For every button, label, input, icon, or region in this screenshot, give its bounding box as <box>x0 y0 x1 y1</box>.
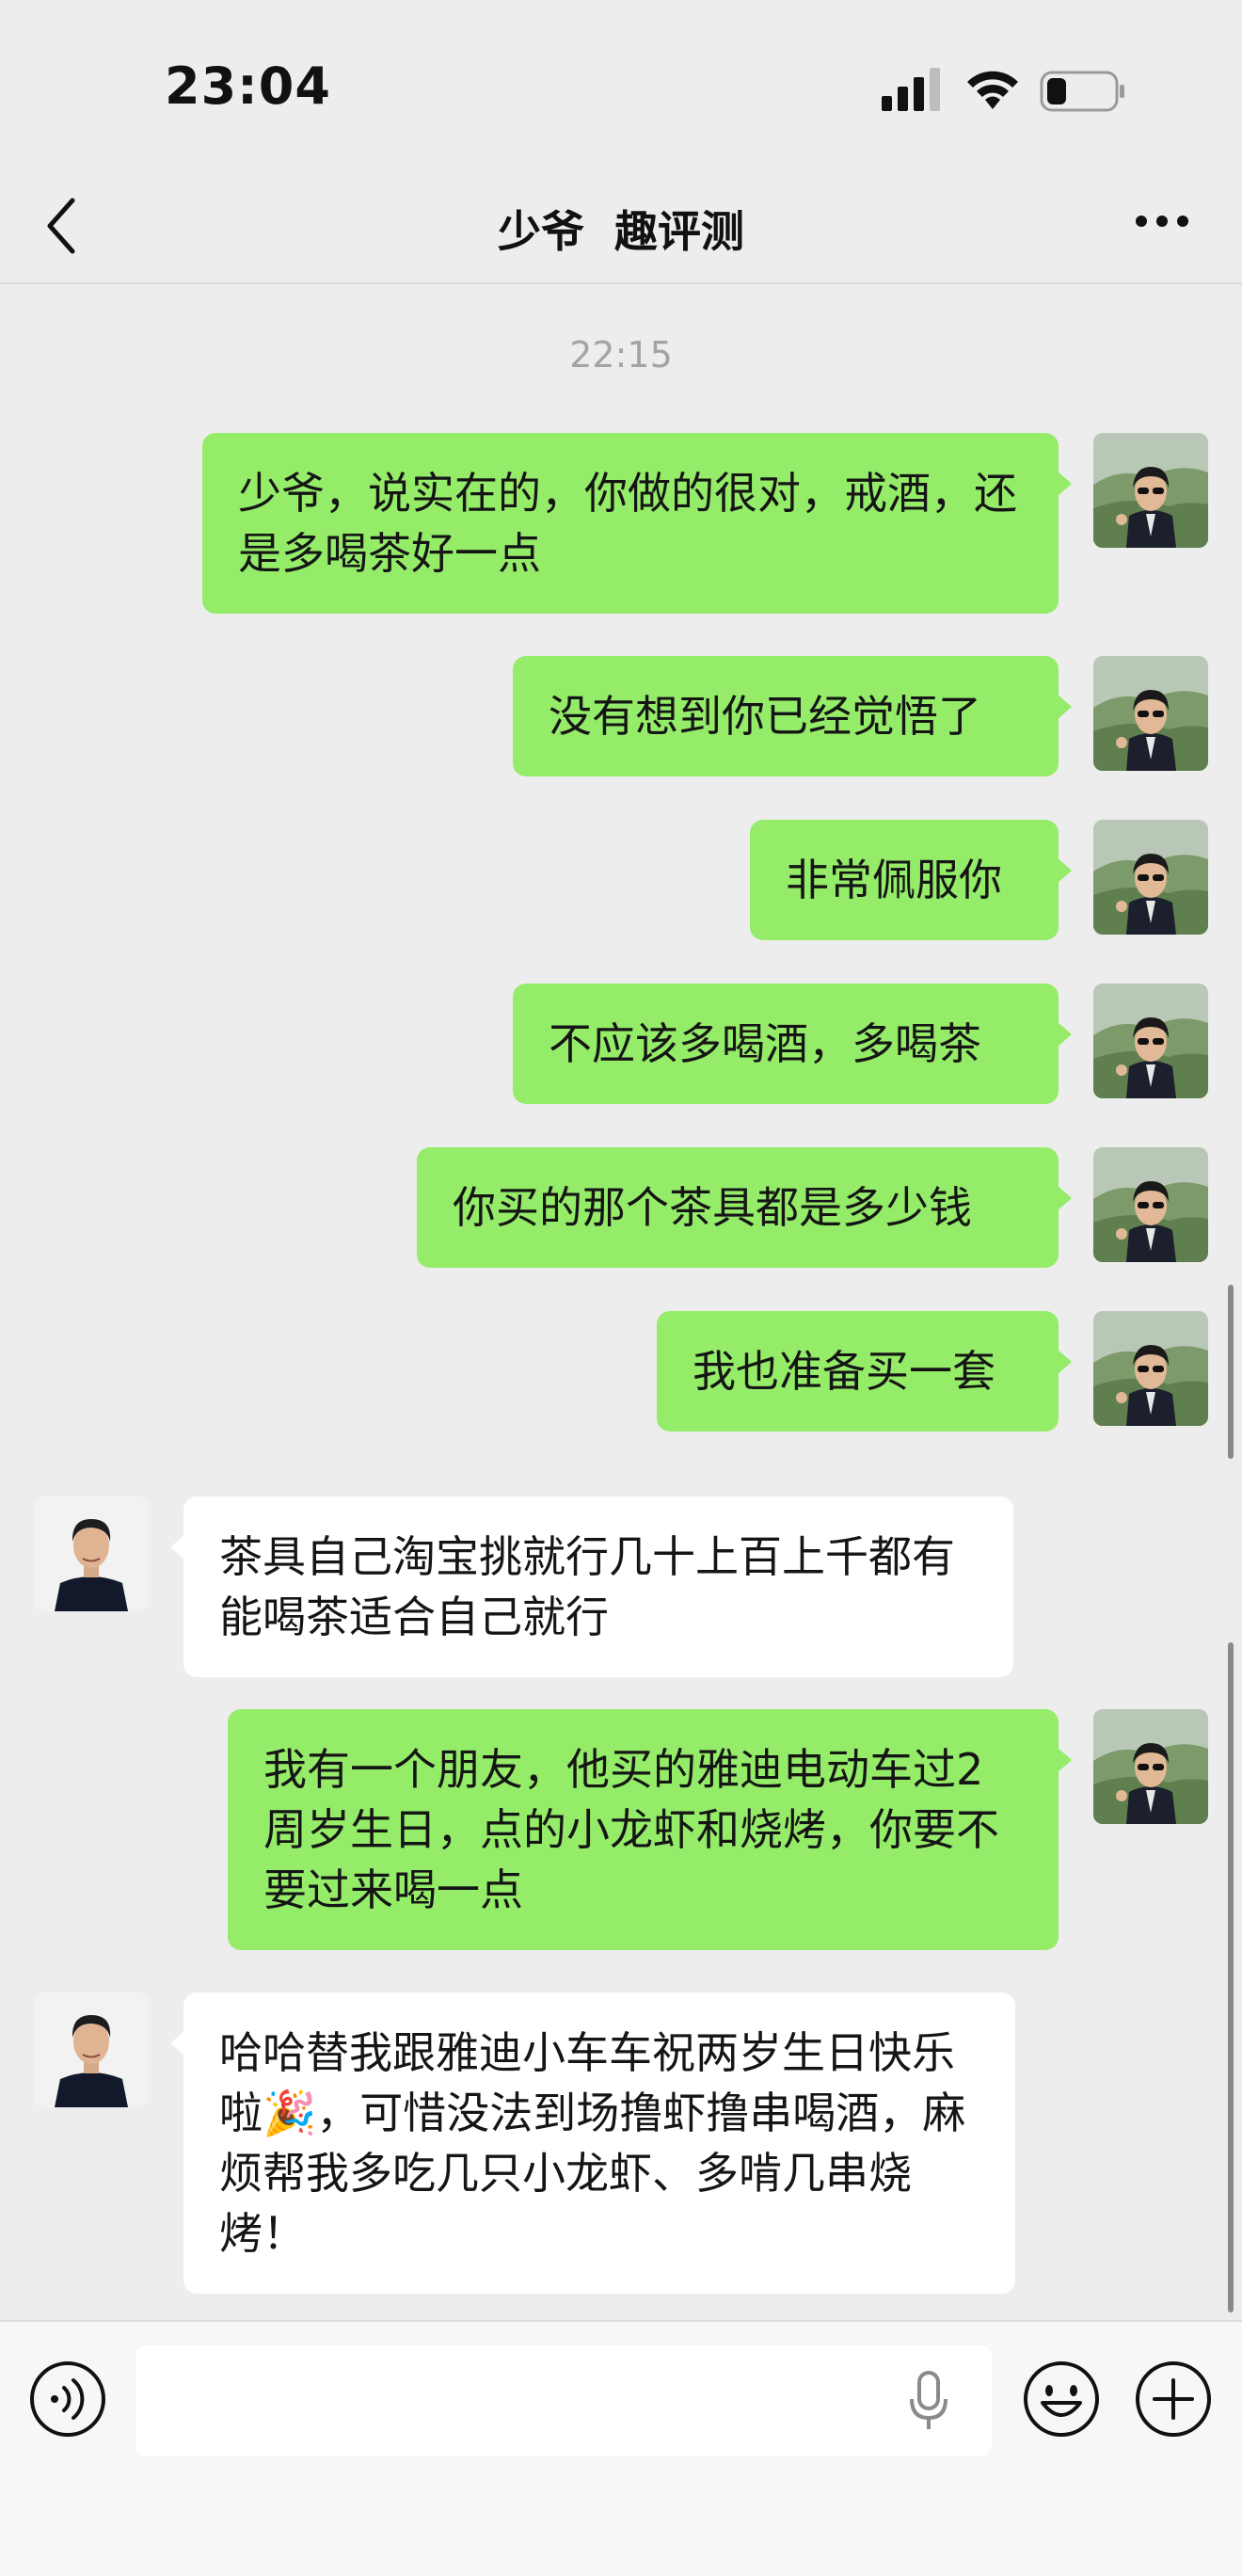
sent-message-bubble[interactable]: 少爷，说实在的，你做的很对，戒酒，还是多喝茶好一点 <box>202 433 1072 614</box>
more-icon[interactable] <box>1134 212 1190 231</box>
wifi-icon <box>967 71 1018 109</box>
sent-message-bubble[interactable]: 不应该多喝酒，多喝茶 <box>513 984 1072 1104</box>
input-bar <box>0 2320 1242 2576</box>
battery-icon <box>1040 71 1124 112</box>
sent-message-bubble[interactable]: 你买的那个茶具都是多少钱 <box>417 1147 1072 1268</box>
voice-icon[interactable] <box>28 2360 107 2439</box>
scrollbar[interactable] <box>1228 1285 1234 1459</box>
received-message-bubble[interactable]: 哈哈替我跟雅迪小车车祝两岁生日快乐啦🎉，可惜没法到场撸虾撸串喝酒，麻烦帮我多吃几… <box>170 1992 1015 2294</box>
sent-message-bubble[interactable]: 我有一个朋友，他买的雅迪电动车过2周岁生日，点的小龙虾和烧烤，你要不要过来喝一点 <box>228 1709 1072 1950</box>
avatar[interactable] <box>1093 1147 1208 1262</box>
message-input[interactable] <box>135 2345 992 2456</box>
status-time: 23:04 <box>165 56 331 116</box>
message-timestamp: 22:15 <box>569 334 673 376</box>
avatar[interactable] <box>1093 1709 1208 1824</box>
chat-header: 少爷 趣评测 <box>0 174 1242 284</box>
status-bar: 23:04 <box>0 0 1242 174</box>
chat-title: 少爷 趣评测 <box>497 206 745 257</box>
avatar[interactable] <box>1093 984 1208 1098</box>
scrollbar[interactable] <box>1228 1642 1234 2312</box>
avatar[interactable] <box>34 1992 149 2107</box>
avatar[interactable] <box>1093 656 1208 771</box>
sent-message-bubble[interactable]: 我也准备买一套 <box>657 1311 1072 1432</box>
avatar[interactable] <box>1093 1311 1208 1426</box>
avatar[interactable] <box>1093 820 1208 935</box>
signal-icon <box>882 68 940 111</box>
mic-icon[interactable] <box>908 2371 949 2433</box>
received-message-bubble[interactable]: 茶具自己淘宝挑就行几十上百上千都有 能喝茶适合自己就行 <box>170 1496 1013 1677</box>
emoji-icon[interactable] <box>1022 2360 1101 2439</box>
plus-icon[interactable] <box>1134 2360 1213 2439</box>
avatar[interactable] <box>34 1496 149 1611</box>
sent-message-bubble[interactable]: 非常佩服你 <box>750 820 1072 940</box>
avatar[interactable] <box>1093 433 1208 548</box>
sent-message-bubble[interactable]: 没有想到你已经觉悟了 <box>513 656 1072 776</box>
